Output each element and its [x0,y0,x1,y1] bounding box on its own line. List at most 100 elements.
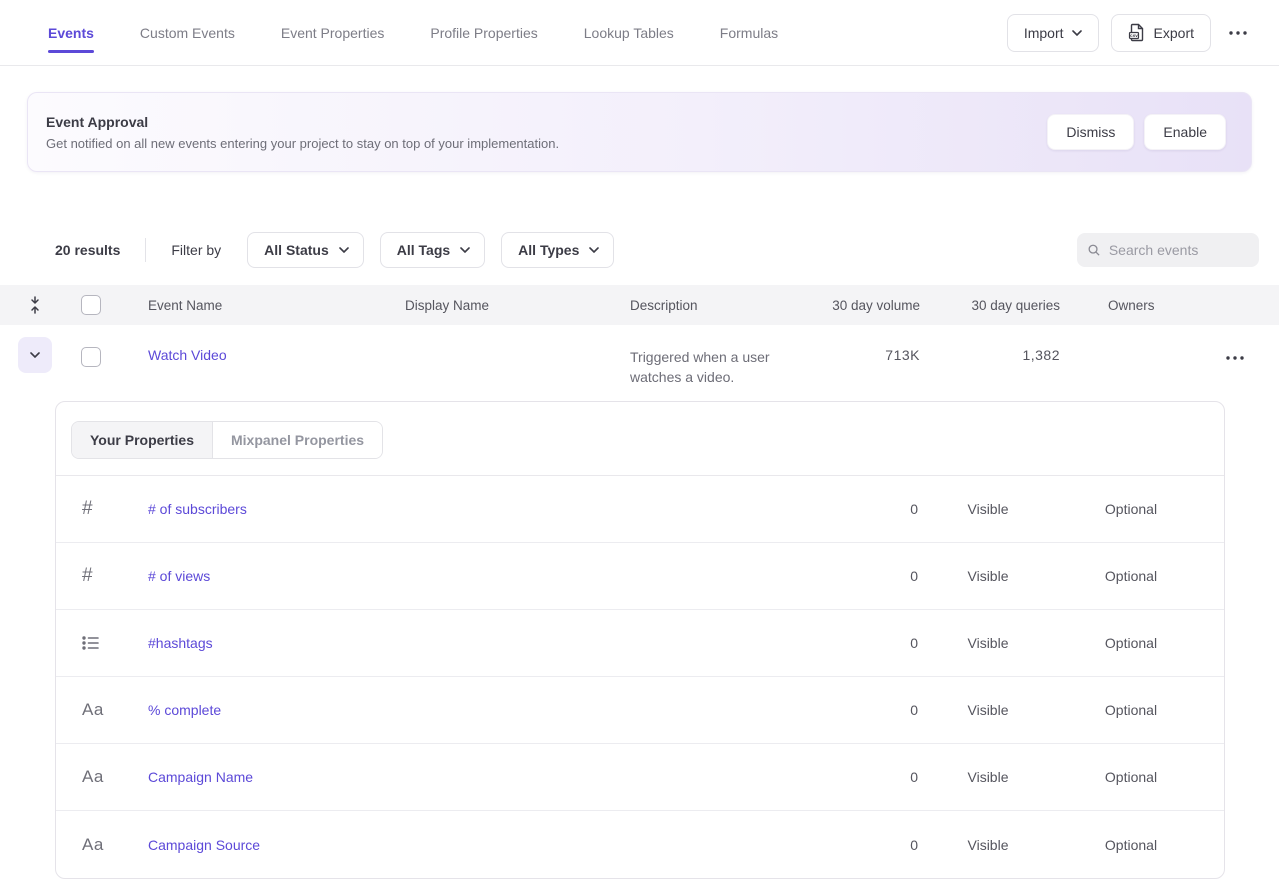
column-header-event-name: Event Name [130,298,395,313]
text-type-icon: Aa [56,767,148,787]
properties-panel: Your Properties Mixpanel Properties # # … [55,401,1225,879]
csv-file-icon: csv [1128,23,1146,42]
tab-events[interactable]: Events [48,0,94,65]
property-name-link[interactable]: % complete [148,702,828,718]
types-filter-label: All Types [518,242,579,258]
tags-filter-dropdown[interactable]: All Tags [380,232,485,268]
tags-filter-label: All Tags [397,242,450,258]
row-menu-button[interactable] [1220,350,1250,366]
events-table: Event Name Display Name Description 30 d… [0,285,1279,879]
event-approval-banner: Event Approval Get notified on all new e… [27,92,1252,172]
collapse-all-button[interactable] [18,288,52,322]
property-row: #hashtags 0 Visible Optional [56,610,1224,677]
chevron-down-icon [460,247,470,253]
property-status: Optional [1058,635,1204,651]
column-header-owners: Owners [1060,298,1190,313]
select-all-checkbox[interactable] [81,295,101,315]
event-owners-value [1060,331,1190,347]
enable-button[interactable]: Enable [1144,114,1226,150]
export-button[interactable]: csv Export [1111,14,1211,52]
property-volume: 0 [828,501,918,517]
nav-tabs: Events Custom Events Event Properties Pr… [48,0,778,65]
import-button-label: Import [1024,25,1064,41]
export-button-label: Export [1154,25,1194,41]
properties-tab-group: Your Properties Mixpanel Properties [71,421,383,459]
tab-event-properties[interactable]: Event Properties [281,0,385,65]
property-row: # # of views 0 Visible Optional [56,543,1224,610]
column-header-description: Description [620,298,820,313]
status-filter-dropdown[interactable]: All Status [247,232,364,268]
dismiss-button[interactable]: Dismiss [1047,114,1134,150]
event-name-link[interactable]: Watch Video [148,347,227,363]
collapse-row-button[interactable] [18,337,52,373]
search-input[interactable] [1109,242,1249,258]
search-events-box[interactable] [1077,233,1259,267]
property-status: Optional [1058,769,1204,785]
number-type-icon: # [56,498,148,520]
property-status: Optional [1058,837,1204,853]
chevron-down-icon [339,247,349,253]
event-row: Watch Video Triggered when a user watche… [0,325,1279,387]
property-name-link[interactable]: # of views [148,568,828,584]
property-visibility: Visible [918,837,1058,853]
column-header-queries: 30 day queries [920,298,1060,313]
svg-text:csv: csv [1130,33,1138,38]
property-volume: 0 [828,568,918,584]
collapse-rows-icon [28,296,42,314]
property-name-link[interactable]: Campaign Source [148,837,828,853]
top-nav: Events Custom Events Event Properties Pr… [0,0,1279,66]
property-status: Optional [1058,568,1204,584]
import-button[interactable]: Import [1007,14,1099,52]
tab-lookup-tables[interactable]: Lookup Tables [584,0,674,65]
banner-text: Event Approval Get notified on all new e… [46,114,559,151]
chevron-down-icon [1072,30,1082,36]
tab-formulas[interactable]: Formulas [720,0,778,65]
property-volume: 0 [828,702,918,718]
property-visibility: Visible [918,635,1058,651]
property-row: Aa Campaign Name 0 Visible Optional [56,744,1224,811]
property-status: Optional [1058,501,1204,517]
properties-tabs: Your Properties Mixpanel Properties [56,402,1224,475]
more-menu-button[interactable] [1223,14,1253,52]
property-status: Optional [1058,702,1204,718]
property-volume: 0 [828,635,918,651]
property-visibility: Visible [918,568,1058,584]
types-filter-dropdown[interactable]: All Types [501,232,614,268]
results-count: 20 results [55,242,120,258]
column-header-volume: 30 day volume [820,298,920,313]
text-type-icon: Aa [56,700,148,720]
number-type-icon: # [56,565,148,587]
property-name-link[interactable]: # of subscribers [148,501,828,517]
tab-profile-properties[interactable]: Profile Properties [430,0,537,65]
property-visibility: Visible [918,501,1058,517]
property-volume: 0 [828,769,918,785]
tab-mixpanel-properties[interactable]: Mixpanel Properties [213,422,382,458]
banner-subtitle: Get notified on all new events entering … [46,136,559,151]
nav-actions: Import csv Export [1007,14,1253,52]
event-display-name [395,331,620,347]
status-filter-label: All Status [264,242,329,258]
tab-custom-events[interactable]: Custom Events [140,0,235,65]
ellipsis-icon [1226,356,1244,360]
property-visibility: Visible [918,702,1058,718]
row-checkbox[interactable] [81,347,101,367]
event-description: Triggered when a user watches a video. [630,347,812,387]
banner-title: Event Approval [46,114,559,130]
filter-by-label: Filter by [171,242,221,258]
event-queries-value: 1,382 [920,331,1060,363]
ellipsis-icon [1229,31,1247,35]
chevron-down-icon [589,247,599,253]
divider [145,238,146,262]
property-volume: 0 [828,837,918,853]
property-row: Aa % complete 0 Visible Optional [56,677,1224,744]
property-row: Aa Campaign Source 0 Visible Optional [56,811,1224,878]
tab-your-properties[interactable]: Your Properties [72,422,213,458]
list-type-icon [56,635,148,651]
property-name-link[interactable]: #hashtags [148,635,828,651]
search-icon [1087,242,1101,258]
property-row: # # of subscribers 0 Visible Optional [56,476,1224,543]
text-type-icon: Aa [56,835,148,855]
property-name-link[interactable]: Campaign Name [148,769,828,785]
column-header-display-name: Display Name [395,298,620,313]
filter-bar: 20 results Filter by All Status All Tags… [55,232,1259,268]
